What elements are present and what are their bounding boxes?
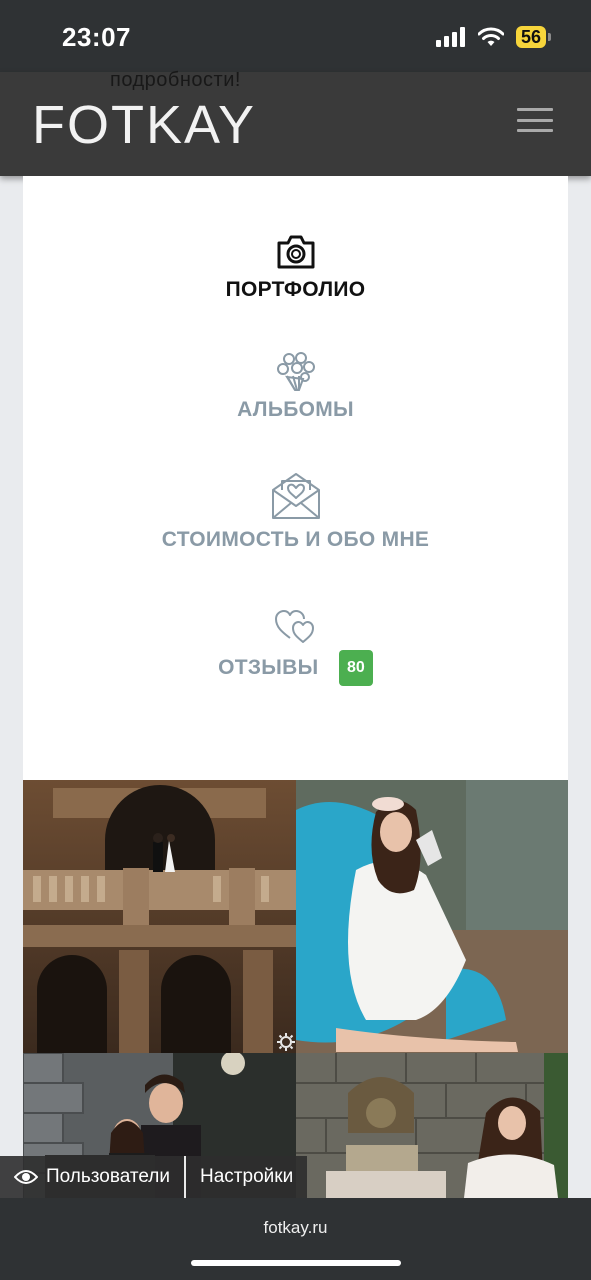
menu-item-albums[interactable]: АЛЬБОМЫ [23, 350, 568, 422]
wifi-icon [477, 27, 504, 46]
battery-indicator: 56 [515, 26, 551, 48]
header-behind-text: подробности! [110, 69, 241, 91]
settings-tab-label: Настройки [200, 1166, 294, 1187]
url-text[interactable]: fotkay.ru [0, 1218, 591, 1238]
battery-level: 56 [515, 26, 546, 48]
status-icons: 56 [435, 26, 551, 48]
settings-tab[interactable]: Настройки [184, 1156, 307, 1198]
status-bar: 23:07 56 [0, 0, 591, 72]
portfolio-photo-woman-blue-chair[interactable] [296, 780, 568, 1053]
menu-label-reviews: ОТЗЫВЫ [218, 656, 319, 679]
navigation-menu: ПОРТФОЛИО АЛЬБОМЫ СТОИМОСТЬ И ОБО МНЕ ОТ… [23, 176, 568, 780]
bottom-toolbar: Пользователи Настройки [0, 1156, 308, 1198]
users-tab-label: Пользователи [46, 1166, 171, 1187]
home-indicator[interactable] [191, 1260, 401, 1266]
menu-label-pricing-about: СТОИМОСТЬ И ОБО МНЕ [161, 528, 430, 551]
portfolio-photo-palace-couple[interactable] [23, 780, 296, 1053]
cellular-signal-icon [435, 27, 465, 47]
browser-address-bar: fotkay.ru [0, 1198, 591, 1280]
battery-tip [548, 33, 551, 41]
menu-item-reviews[interactable]: ОТЗЫВЫ 80 [23, 608, 568, 686]
heart-envelope-icon [271, 473, 320, 519]
status-time: 23:07 [62, 22, 131, 52]
site-header: подробности! FOTKAY [0, 69, 591, 176]
menu-label-albums: АЛЬБОМЫ [237, 398, 354, 421]
eye-icon [14, 1170, 38, 1184]
portfolio-photo-woman-lion-fountain[interactable] [296, 1053, 568, 1198]
users-tab[interactable]: Пользователи [0, 1156, 184, 1198]
bouquet-icon [276, 352, 315, 391]
camera-icon [277, 235, 314, 269]
menu-item-pricing-about[interactable]: СТОИМОСТЬ И ОБО МНЕ [23, 472, 568, 552]
hamburger-menu-icon[interactable] [517, 108, 553, 132]
menu-item-portfolio[interactable]: ПОРТФОЛИО [23, 234, 568, 302]
gear-icon[interactable] [277, 1033, 295, 1051]
reviews-count-badge: 80 [338, 650, 373, 686]
site-logo[interactable]: FOTKAY [32, 94, 256, 156]
hearts-icon [274, 610, 314, 643]
menu-label-portfolio: ПОРТФОЛИО [225, 278, 366, 301]
